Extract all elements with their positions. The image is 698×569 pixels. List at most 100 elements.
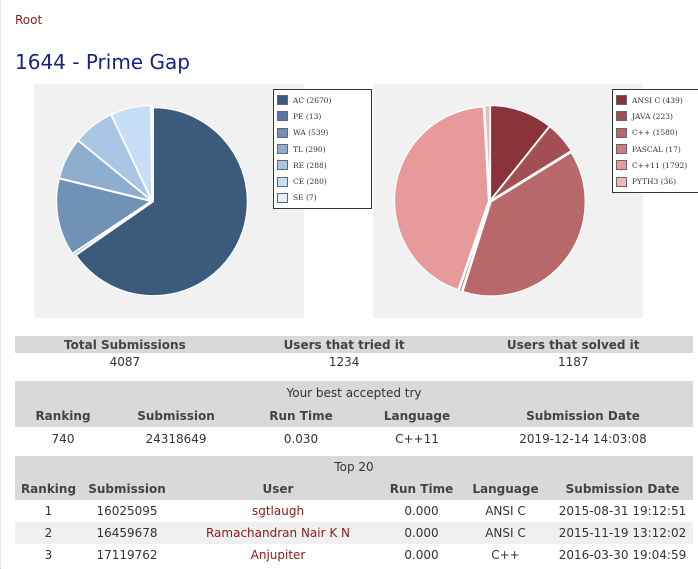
verdict-pie-chart bbox=[34, 84, 304, 318]
top20-date: 2015-11-19 13:12:02 bbox=[558, 526, 687, 540]
top20-header-runtime: Run Time bbox=[389, 482, 454, 496]
top20-caption-row: Top 20 bbox=[15, 456, 693, 478]
language-legend-label: JAVA (223) bbox=[632, 111, 673, 121]
top20-language: ANSI C bbox=[485, 526, 526, 540]
verdict-legend-label: AC (2670) bbox=[293, 95, 332, 105]
stats-value-row: 4087 1234 1187 bbox=[15, 353, 693, 370]
top20-table: Top 20 Ranking Submission User Run Time … bbox=[15, 456, 693, 566]
language-pie-svg bbox=[393, 104, 586, 297]
top20-header-language: Language bbox=[472, 482, 539, 496]
best-header-date: Submission Date bbox=[526, 408, 640, 423]
verdict-legend-item: RE (288) bbox=[277, 157, 368, 173]
verdict-legend-label: TL (290) bbox=[293, 144, 326, 154]
stats-total-value: 4087 bbox=[109, 354, 141, 369]
verdict-legend-swatch bbox=[277, 160, 288, 171]
best-header-runtime: Run Time bbox=[269, 408, 333, 423]
language-legend: ANSI C (439) JAVA (223) C++ (1580) PASCAL (… bbox=[612, 89, 698, 193]
language-legend-label: ANSI C (439) bbox=[632, 95, 683, 105]
verdict-legend-item: PE (13) bbox=[277, 108, 368, 124]
top20-language: C++ bbox=[491, 548, 520, 562]
language-legend-item: JAVA (223) bbox=[616, 108, 698, 124]
language-pie-chart bbox=[373, 84, 643, 318]
verdict-legend-swatch bbox=[277, 127, 288, 138]
verdict-legend-swatch bbox=[277, 144, 288, 155]
top20-user-cell: sgtlaugh bbox=[172, 500, 384, 522]
top20-submission: 16025095 bbox=[96, 504, 158, 518]
stats-header-total: Total Submissions bbox=[64, 337, 186, 352]
top20-language: ANSI C bbox=[485, 504, 526, 518]
stats-header-tried: Users that tried it bbox=[283, 337, 405, 352]
best-try-caption: Your best accepted try bbox=[286, 385, 422, 400]
language-legend-item: PYTH3 (36) bbox=[616, 173, 698, 189]
top20-ranking: 1 bbox=[44, 504, 53, 518]
top20-runtime: 0.000 bbox=[404, 548, 439, 562]
stats-solved-value: 1187 bbox=[557, 354, 589, 369]
verdict-legend-label: WA (539) bbox=[293, 128, 329, 138]
breadcrumb-root-link[interactable]: Root bbox=[15, 13, 42, 27]
best-try-caption-row: Your best accepted try bbox=[15, 381, 693, 404]
language-legend-item: C++11 (1792) bbox=[616, 157, 698, 173]
language-legend-label: C++11 (1792) bbox=[632, 160, 688, 170]
language-legend-item: ANSI C (439) bbox=[616, 92, 698, 108]
verdict-legend-item: TL (290) bbox=[277, 141, 368, 157]
best-try-header-row: Ranking Submission Run Time Language Sub… bbox=[15, 404, 693, 427]
verdict-legend-label: RE (288) bbox=[293, 160, 327, 170]
language-legend-label: PYTH3 (36) bbox=[632, 177, 677, 187]
top20-runtime: 0.000 bbox=[404, 504, 439, 518]
top20-submission: 17119762 bbox=[96, 548, 158, 562]
top20-user-link[interactable]: Anjupiter bbox=[251, 548, 306, 562]
top20-header-user: User bbox=[262, 482, 294, 496]
stats-header-solved: Users that solved it bbox=[506, 337, 640, 352]
best-submission: 24318649 bbox=[145, 431, 207, 446]
verdict-legend-swatch bbox=[277, 95, 288, 106]
top20-header-ranking: Ranking bbox=[20, 482, 77, 496]
language-legend-swatch bbox=[616, 144, 627, 155]
verdict-legend: AC (2670) PE (13) WA (539) TL (290) RE (288)… bbox=[273, 89, 372, 210]
best-header-ranking: Ranking bbox=[35, 408, 91, 423]
top20-user-cell: Anjupiter bbox=[172, 544, 384, 566]
language-legend-item: C++ (1580) bbox=[616, 125, 698, 141]
verdict-legend-item: AC (2670) bbox=[277, 92, 368, 108]
top20-caption: Top 20 bbox=[334, 460, 374, 474]
top20-user-link[interactable]: sgtlaugh bbox=[252, 504, 304, 518]
table-row: 1 16025095 sgtlaugh 0.000 ANSI C 2015-08… bbox=[15, 500, 693, 522]
verdict-legend-item: CE (280) bbox=[277, 173, 368, 189]
verdict-legend-item: SE (7) bbox=[277, 190, 368, 206]
stats-header-row: Total Submissions Users that tried it Us… bbox=[15, 336, 693, 353]
best-language: C++11 bbox=[395, 431, 439, 446]
top20-header-row: Ranking Submission User Run Time Languag… bbox=[15, 478, 693, 500]
verdict-legend-swatch bbox=[277, 176, 288, 187]
best-accepted-try-table: Your best accepted try Ranking Submissio… bbox=[15, 381, 693, 450]
verdict-legend-label: SE (7) bbox=[293, 193, 317, 203]
top20-user-cell: Ramachandran Nair K N bbox=[172, 522, 384, 544]
best-ranking: 740 bbox=[51, 431, 75, 446]
verdict-legend-swatch bbox=[277, 192, 288, 203]
best-try-row: 740 24318649 0.030 C++11 2019-12-14 14:0… bbox=[15, 427, 693, 450]
language-legend-swatch bbox=[616, 176, 627, 187]
language-legend-swatch bbox=[616, 160, 627, 171]
submission-stats-table: Total Submissions Users that tried it Us… bbox=[15, 336, 693, 370]
best-header-language: Language bbox=[383, 408, 451, 423]
top20-date: 2016-03-30 19:04:59 bbox=[558, 548, 687, 562]
verdict-legend-item: WA (539) bbox=[277, 125, 368, 141]
best-runtime: 0.030 bbox=[283, 431, 319, 446]
language-legend-swatch bbox=[616, 127, 627, 138]
top20-ranking: 2 bbox=[44, 526, 53, 540]
top20-ranking: 3 bbox=[44, 548, 53, 562]
best-date: 2019-12-14 14:03:08 bbox=[519, 431, 647, 446]
language-legend-label: PASCAL (17) bbox=[632, 144, 681, 154]
top20-runtime: 0.000 bbox=[404, 526, 439, 540]
top20-header-submission: Submission bbox=[88, 482, 166, 496]
table-row: 2 16459678 Ramachandran Nair K N 0.000 A… bbox=[15, 522, 693, 544]
page-title: 1644 - Prime Gap bbox=[15, 50, 190, 74]
verdict-pie-svg bbox=[55, 104, 248, 297]
top20-submission: 16459678 bbox=[96, 526, 158, 540]
left-border bbox=[0, 0, 1, 569]
language-legend-swatch bbox=[616, 111, 627, 122]
top20-user-link[interactable]: Ramachandran Nair K N bbox=[206, 526, 350, 540]
stats-tried-value: 1234 bbox=[328, 354, 360, 369]
table-row: 3 17119762 Anjupiter 0.000 C++ 2016-03-3… bbox=[15, 544, 693, 566]
verdict-legend-swatch bbox=[277, 111, 288, 122]
top20-header-date: Submission Date bbox=[565, 482, 680, 496]
verdict-legend-label: PE (13) bbox=[293, 111, 322, 121]
